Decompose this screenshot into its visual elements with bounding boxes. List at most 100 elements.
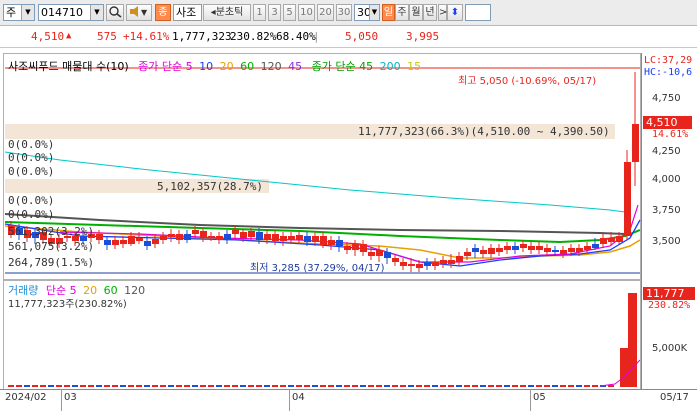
candle-body: [96, 234, 103, 240]
candle-body: [392, 258, 399, 262]
profile-label-second: 5,102,357(28.7%): [157, 180, 263, 193]
candle-body: [296, 235, 303, 240]
ma2-legend-label: 종가 단순 45: [311, 60, 374, 73]
candle-body: [328, 240, 335, 245]
x-axis: [0, 389, 697, 412]
candle-body: [432, 262, 439, 266]
candle-body: [384, 252, 391, 258]
candle-body: [472, 248, 479, 252]
profile-label: 264,789(1.5%): [8, 256, 95, 269]
candle-body: [352, 244, 359, 250]
candle-body: [528, 246, 535, 250]
candle-body: [408, 264, 415, 266]
candle-body: [584, 246, 591, 250]
ma-legend-60: 60: [240, 60, 255, 73]
volume-y-tick: 5,000K: [652, 343, 688, 354]
candle-body: [616, 236, 623, 242]
ma200-line: [4, 151, 626, 213]
candle-body: [448, 260, 455, 264]
price-legend: 사조씨푸드 매물대 수(10) 종가 단순 5 10 20 60 120 45 …: [8, 58, 421, 74]
candle-body: [440, 260, 447, 264]
candle-body: [144, 241, 151, 246]
lc-label: LC:37,29: [644, 55, 693, 66]
candle-body: [256, 232, 263, 240]
current-volume-tag: 11,777: [643, 287, 695, 300]
candle-body: [200, 231, 207, 238]
candle-body: [112, 240, 119, 245]
ma-legend-120: 120: [260, 60, 282, 73]
candle-body: [520, 244, 527, 248]
x-axis-label: 05: [533, 392, 546, 403]
current-volume-value: 11,777: [646, 287, 685, 300]
current-pct-label: 14.61%: [652, 129, 689, 140]
candle-body: [104, 240, 111, 245]
candle-body: [544, 248, 551, 252]
profile-label: 561,302(3.2%): [8, 225, 95, 238]
candle-body: [192, 230, 199, 234]
candle-body: [632, 124, 639, 162]
candle-body: [568, 248, 575, 252]
candle-body: [600, 238, 607, 244]
candle-body: [136, 238, 143, 241]
candle-body: [624, 162, 631, 236]
candle-body: [312, 236, 319, 242]
y-tick-label: 4,250: [652, 146, 681, 157]
candle-body: [336, 240, 343, 246]
candle-body: [320, 236, 327, 245]
volume-ma-120: 120: [124, 284, 146, 297]
candle-body: [288, 236, 295, 240]
candle-body: [184, 234, 191, 240]
chart-title: 사조씨푸드 매물대 수(10): [8, 60, 129, 73]
candle-body: [216, 236, 223, 240]
ma-legend-45: 45: [288, 60, 303, 73]
y-tick-label: 4,000: [652, 174, 681, 185]
candle-body: [464, 252, 471, 256]
candle-body: [224, 234, 231, 240]
candle-body: [304, 236, 311, 242]
high-annotation: 최고 5,050 (-10.69%, 05/17): [458, 76, 597, 87]
profile-label-top: 11,777,323(66.3%)(4,510.00 ~ 4,390.50): [358, 125, 610, 138]
x-axis-label: 03: [64, 392, 77, 403]
y-tick-label: 4,750: [652, 93, 681, 104]
candle-body: [128, 236, 135, 244]
ma-legend-10: 10: [199, 60, 214, 73]
candle-body: [608, 238, 615, 242]
profile-label: 0(0.0%): [8, 165, 55, 178]
candle-body: [264, 234, 271, 240]
candle-body: [512, 246, 519, 250]
x-axis-label: 2024/02: [5, 392, 47, 403]
candle-body: [360, 244, 367, 252]
profile-label: 561,075(3.2%): [8, 240, 95, 253]
candle-body: [560, 250, 567, 254]
current-volume-pct: 230.82%: [648, 300, 691, 311]
profile-label: 0(0.0%): [8, 138, 55, 151]
candle-body: [456, 256, 463, 262]
x-axis-label: 05/17: [660, 392, 689, 403]
candle-body: [280, 236, 287, 241]
current-price-tag-value: 4,510: [646, 116, 678, 129]
candle-body: [488, 248, 495, 254]
ma2-legend-200: 200: [379, 60, 401, 73]
ma-legend-label: 종가 단순 5: [138, 60, 193, 73]
candle-body: [552, 250, 559, 252]
candle-body: [592, 244, 599, 248]
candle-body: [400, 262, 407, 266]
candle-body: [240, 232, 247, 238]
profile-label: 0(0.0%): [8, 151, 55, 164]
candle-body: [576, 248, 583, 252]
low-annotation: 최저 3,285 (37.29%, 04/17): [250, 263, 385, 274]
candle-body: [536, 246, 543, 250]
candle-body: [272, 234, 279, 241]
candle-body: [160, 236, 167, 240]
y-tick-label: 3,500: [652, 236, 681, 247]
candle-body: [120, 240, 127, 244]
x-axis-label: 04: [292, 392, 305, 403]
candle-body: [368, 252, 375, 256]
candle-body: [232, 230, 239, 234]
hc-label: HC:-10,6: [644, 67, 693, 78]
candle-body: [504, 246, 511, 250]
candle-body: [424, 262, 431, 266]
volume-text: 11,777,323주(230.82%): [8, 299, 127, 310]
ma2-legend-15: 15: [407, 60, 422, 73]
candle-body: [496, 248, 503, 252]
